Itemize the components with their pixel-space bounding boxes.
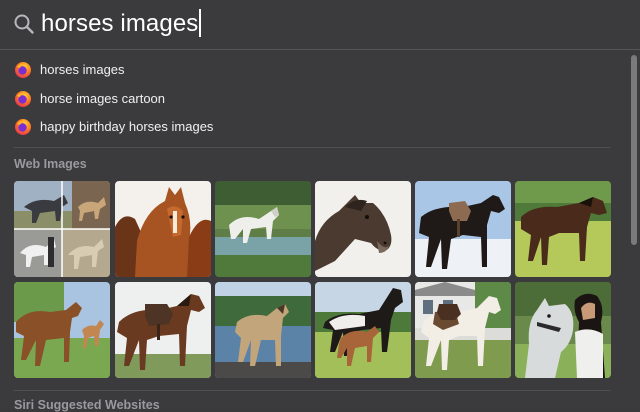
saddled-bay-horse-image (115, 282, 211, 378)
image-thumbnail[interactable] (14, 282, 110, 378)
search-divider (0, 49, 640, 50)
image-thumbnail[interactable] (315, 282, 411, 378)
image-thumbnail[interactable] (14, 181, 110, 277)
pinto-horse-house-image (415, 282, 511, 378)
horse-collage-image (14, 181, 110, 277)
white-horse-pond-image (215, 181, 311, 277)
suggestion-item[interactable]: happy birthday horses images (0, 113, 624, 142)
search-bar[interactable]: horses images (0, 0, 640, 50)
image-thumbnail[interactable] (115, 282, 211, 378)
suggestion-list: horses images horse images cartoon happy… (0, 56, 624, 142)
suggestion-item[interactable]: horse images cartoon (0, 85, 624, 114)
girl-with-grey-horse-image (515, 282, 611, 378)
section-title-siri-websites: Siri Suggested Websites (14, 398, 160, 412)
search-input[interactable]: horses images (41, 8, 202, 40)
image-thumbnail[interactable] (415, 282, 511, 378)
image-thumbnail[interactable] (115, 181, 211, 277)
firefox-icon (15, 62, 31, 78)
section-divider (14, 147, 610, 148)
image-thumbnail[interactable] (515, 181, 611, 277)
mare-and-foal-image (14, 282, 110, 378)
buckskin-horse-lake-image (215, 282, 311, 378)
image-thumbnail[interactable] (515, 282, 611, 378)
text-caret (199, 9, 202, 37)
suggestion-label: horses images (40, 62, 125, 77)
suggestion-label: horse images cartoon (40, 90, 166, 106)
image-grid (14, 181, 614, 379)
image-thumbnail[interactable] (315, 181, 411, 277)
search-query-text: horses images (41, 10, 199, 37)
black-horse-and-foal-image (315, 282, 411, 378)
spotlight-panel: horses images horses images horse images… (0, 0, 640, 412)
section-title-web-images: Web Images (14, 157, 87, 171)
scrollbar-thumb[interactable] (631, 55, 637, 245)
image-thumbnail[interactable] (215, 282, 311, 378)
bay-horse-field-image (515, 181, 611, 277)
section-divider (14, 390, 610, 391)
suggestion-label: happy birthday horses images (40, 119, 214, 134)
firefox-icon (15, 119, 31, 135)
image-thumbnail[interactable] (215, 181, 311, 277)
image-thumbnail[interactable] (415, 181, 511, 277)
firefox-icon (15, 90, 31, 107)
suggestion-item[interactable]: horses images (0, 56, 624, 85)
saddled-black-horse-snow-image (415, 181, 511, 277)
dark-horse-head-image (315, 181, 411, 277)
chestnut-horses-image (115, 181, 211, 277)
search-icon (14, 14, 34, 34)
